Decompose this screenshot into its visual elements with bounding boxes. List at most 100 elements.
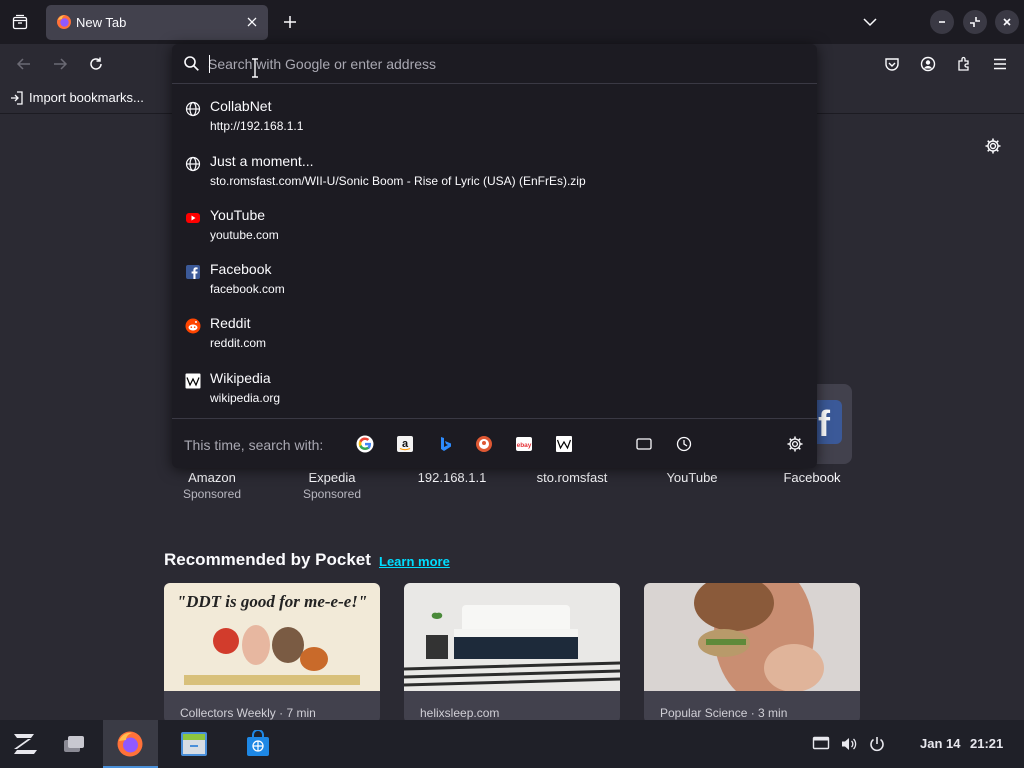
reload-icon: [90, 57, 102, 70]
tab-strip: New Tab: [0, 0, 1024, 44]
pocket-heading: Recommended by Pocket: [164, 550, 371, 569]
result-url: youtube.com: [210, 228, 279, 242]
wikipedia-icon: [185, 373, 201, 389]
urlbar-input[interactable]: [208, 52, 798, 76]
clock-date[interactable]: Jan 14: [920, 736, 960, 751]
pocket-icon: [885, 58, 899, 71]
taskbar-firefox[interactable]: [110, 726, 150, 762]
text-caret: [209, 55, 210, 73]
text-cursor-icon: [252, 58, 258, 78]
top-site-facebook[interactable]: Facebook: [752, 470, 872, 485]
urlbar-popup: CollabNet http://192.168.1.1 Just a mome…: [172, 44, 817, 468]
top-site-name: Facebook: [783, 470, 841, 485]
taskbar-software-store[interactable]: [238, 726, 278, 762]
volume-icon[interactable]: [840, 736, 858, 752]
top-site-name: Expedia: [308, 470, 356, 485]
tabs-icon[interactable]: [635, 435, 653, 453]
top-site-name: YouTube: [666, 470, 718, 485]
minimize-button[interactable]: [930, 10, 954, 34]
one-off-search-bar: This time, search with: a ebay: [172, 418, 817, 468]
pocket-learn-more-link[interactable]: Learn more: [379, 554, 450, 569]
urlbar-result-just-a-moment[interactable]: Just a moment... sto.romsfast.com/WII-U/…: [178, 147, 810, 197]
urlbar-result-facebook[interactable]: Facebook facebook.com: [178, 255, 810, 305]
urlbar-result-youtube[interactable]: YouTube youtube.com: [178, 201, 810, 251]
puzzle-icon: [958, 56, 969, 71]
close-icon: [1003, 18, 1011, 26]
result-title: Facebook: [210, 261, 272, 277]
sponsored-label: Sponsored: [302, 487, 362, 501]
result-title: Just a moment...: [210, 153, 314, 169]
firefox-icon: [117, 731, 143, 757]
firefox-icon: [57, 15, 71, 29]
minimize-icon: [939, 21, 945, 23]
history-icon[interactable]: [675, 435, 693, 453]
google-icon[interactable]: [356, 435, 374, 453]
urlbar-input-row: [172, 44, 817, 84]
reload-button[interactable]: [82, 50, 110, 78]
close-window-button[interactable]: [995, 10, 1019, 34]
result-title: Wikipedia: [210, 370, 271, 386]
story-source: Collectors Weekly · 7 min: [180, 706, 316, 720]
extensions-button[interactable]: [950, 50, 978, 78]
import-icon: [11, 90, 23, 105]
top-site-amazon[interactable]: Amazon Sponsored: [152, 470, 272, 501]
restore-button[interactable]: [963, 10, 987, 34]
taskbar-files[interactable]: [174, 726, 214, 762]
top-site-facebook-tile[interactable]: f: [812, 384, 852, 464]
list-all-tabs-button[interactable]: [856, 8, 884, 36]
hamburger-menu-icon: [994, 58, 1006, 70]
chevron-down-icon: [863, 18, 877, 27]
wikipedia-icon[interactable]: [555, 435, 573, 453]
software-store-icon: [247, 730, 269, 756]
clock-time[interactable]: 21:21: [970, 736, 1003, 751]
result-url: reddit.com: [210, 336, 267, 350]
result-url: wikipedia.org: [210, 391, 281, 405]
amazon-icon[interactable]: a: [396, 435, 414, 453]
gear-icon: [985, 138, 1001, 154]
app-menu-button[interactable]: [986, 50, 1014, 78]
account-icon: [920, 56, 936, 72]
account-button[interactable]: [914, 50, 942, 78]
new-tab-button[interactable]: [276, 8, 304, 36]
ebay-icon[interactable]: ebay: [515, 435, 533, 453]
workspaces-icon: [64, 736, 84, 752]
top-site-name: 192.168.1.1: [417, 470, 487, 485]
pocket-story-card[interactable]: helixsleep.com: [404, 583, 620, 723]
search-icon: [184, 56, 199, 71]
story-source: Popular Science · 3 min: [660, 706, 788, 720]
top-site-romsfast[interactable]: sto.romsfast: [512, 470, 632, 485]
globe-icon: [185, 156, 201, 172]
save-to-pocket-button[interactable]: [878, 50, 906, 78]
zorin-menu-button[interactable]: [4, 726, 44, 762]
personalize-button[interactable]: [981, 134, 1005, 158]
bing-icon[interactable]: [436, 435, 454, 453]
top-site-expedia[interactable]: Expedia Sponsored: [272, 470, 392, 501]
workspaces-button[interactable]: [54, 726, 94, 762]
duckduckgo-icon[interactable]: [475, 435, 493, 453]
search-settings-icon[interactable]: [786, 435, 804, 453]
firefox-view-button[interactable]: [4, 6, 36, 38]
power-icon[interactable]: [868, 736, 886, 752]
urlbar-result-collabnet[interactable]: CollabNet http://192.168.1.1: [178, 92, 810, 142]
close-icon: [247, 17, 257, 27]
urlbar-result-reddit[interactable]: Reddit reddit.com: [178, 309, 810, 359]
youtube-icon: [186, 213, 200, 223]
top-site-router[interactable]: 192.168.1.1: [392, 470, 512, 485]
tab-new-tab[interactable]: New Tab: [46, 5, 268, 40]
back-button[interactable]: [10, 50, 38, 78]
tab-close-button[interactable]: [242, 12, 262, 32]
display-icon[interactable]: [812, 736, 830, 752]
forward-button[interactable]: [46, 50, 74, 78]
story-thumbnail-ddt: "DDT is good for me-e-e!": [164, 583, 380, 691]
top-site-name: sto.romsfast: [536, 470, 608, 485]
top-site-youtube[interactable]: YouTube: [632, 470, 752, 485]
urlbar-result-wikipedia[interactable]: Wikipedia wikipedia.org: [178, 364, 810, 414]
facebook-icon: [186, 265, 200, 279]
svg-text:a: a: [402, 438, 409, 450]
pocket-story-card[interactable]: Popular Science · 3 min: [644, 583, 860, 723]
one-off-search-label: This time, search with:: [184, 437, 324, 453]
sponsored-label: Sponsored: [182, 487, 242, 501]
pocket-story-card[interactable]: "DDT is good for me-e-e!" Collectors Wee…: [164, 583, 380, 723]
import-bookmarks-button[interactable]: Import bookmarks...: [10, 90, 144, 105]
result-title: Reddit: [210, 315, 251, 331]
